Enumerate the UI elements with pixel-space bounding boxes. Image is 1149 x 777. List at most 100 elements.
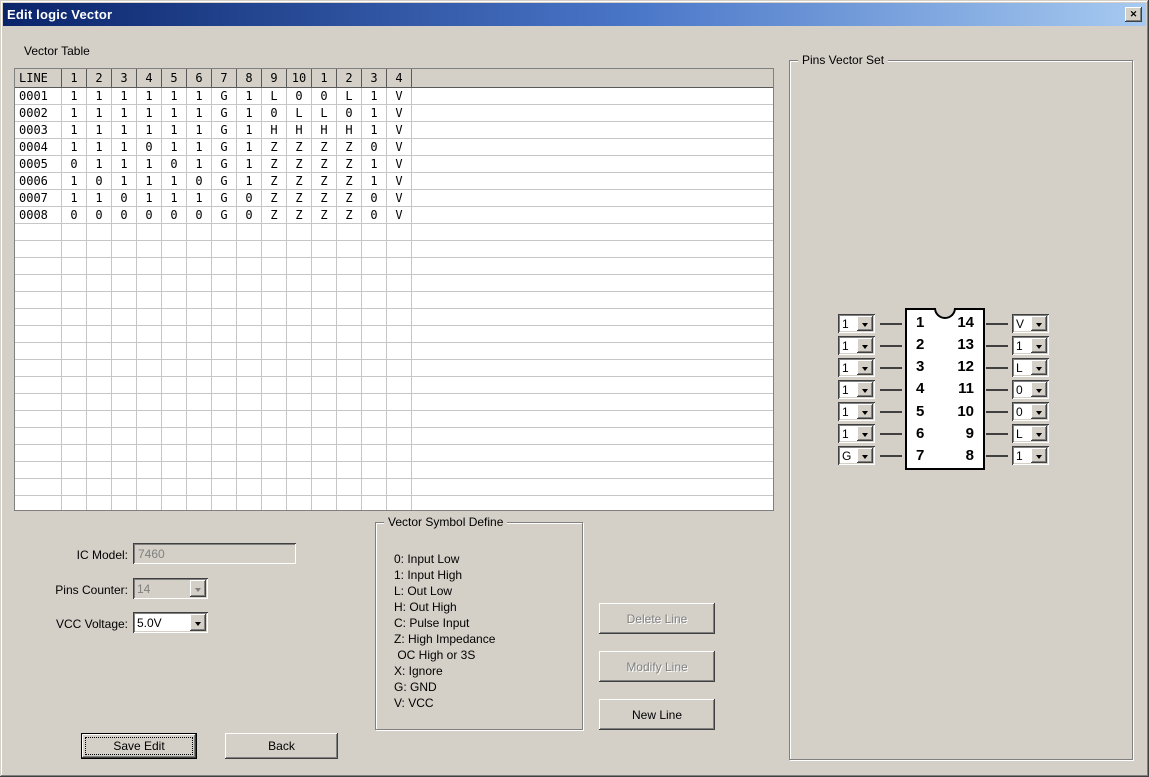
pin-dropdown-button[interactable]	[1031, 404, 1047, 419]
vector-cell: V	[387, 122, 412, 139]
vector-cell: 1	[87, 105, 112, 122]
pin-right-12-select[interactable]: L	[1012, 358, 1049, 377]
table-row	[15, 275, 773, 292]
row-filler	[412, 173, 773, 190]
vector-table[interactable]: LINE123456789101234 0001111111G1L00L1V00…	[14, 68, 774, 511]
line-number-cell	[15, 309, 62, 326]
pin-dropdown-button[interactable]	[1031, 448, 1047, 463]
pin-dropdown-button[interactable]	[857, 426, 873, 441]
pin-dropdown-button[interactable]	[857, 338, 873, 353]
vector-cell	[187, 462, 212, 479]
vector-cell	[362, 258, 387, 275]
back-button[interactable]: Back	[225, 733, 338, 759]
pin-dropdown-button[interactable]	[857, 404, 873, 419]
table-row[interactable]: 0005011101G1ZZZZ1V	[15, 156, 773, 173]
pin-dropdown-button[interactable]	[1031, 316, 1047, 331]
vcc-voltage-dropdown-button[interactable]	[190, 614, 206, 631]
pin-dropdown-button[interactable]	[857, 360, 873, 375]
chevron-down-icon	[862, 345, 868, 349]
row-filler	[412, 411, 773, 428]
vector-cell: 1	[187, 88, 212, 105]
symbol-define-line: H: Out High	[394, 599, 495, 615]
pin-dropdown-button[interactable]	[857, 316, 873, 331]
vector-cell: Z	[312, 139, 337, 156]
delete-line-button[interactable]: Delete Line	[599, 603, 715, 634]
pin-right-11-select[interactable]: 0	[1012, 380, 1049, 399]
close-icon: ✕	[1130, 9, 1138, 20]
pin-dropdown-button[interactable]	[1031, 426, 1047, 441]
pin-left-3-select[interactable]: 1	[838, 358, 875, 377]
table-row[interactable]: 0002111111G10LL01V	[15, 105, 773, 122]
vector-cell	[162, 496, 187, 511]
vector-cell	[237, 377, 262, 394]
pin-left-5-select[interactable]: 1	[838, 402, 875, 421]
row-filler	[412, 394, 773, 411]
ic-model-field[interactable]	[133, 543, 296, 564]
line-number-cell	[15, 258, 62, 275]
line-number-cell	[15, 224, 62, 241]
pin-left-2-select[interactable]: 1	[838, 336, 875, 355]
table-row[interactable]: 0006101110G1ZZZZ1V	[15, 173, 773, 190]
close-button[interactable]: ✕	[1125, 7, 1142, 22]
vector-cell	[337, 275, 362, 292]
pin-right-13-select[interactable]: 1	[1012, 336, 1049, 355]
vector-cell	[387, 428, 412, 445]
pin-right-9-select[interactable]: L	[1012, 424, 1049, 443]
pin-dropdown-button[interactable]	[857, 382, 873, 397]
table-row	[15, 394, 773, 411]
save-edit-button[interactable]: Save Edit	[81, 733, 197, 759]
chevron-down-icon	[195, 622, 201, 626]
pin-lead-line	[880, 345, 902, 347]
vector-cell: 1	[237, 139, 262, 156]
pin-right-14-select[interactable]: V	[1012, 314, 1049, 333]
vector-cell	[87, 309, 112, 326]
vector-cell	[362, 309, 387, 326]
vector-cell	[112, 411, 137, 428]
pin-left-1-select[interactable]: 1	[838, 314, 875, 333]
table-row[interactable]: 0003111111G1HHHH1V	[15, 122, 773, 139]
row-filler	[412, 207, 773, 224]
vector-cell	[187, 360, 212, 377]
window-title: Edit logic Vector	[7, 7, 112, 22]
modify-line-button[interactable]: Modify Line	[599, 651, 715, 682]
vector-cell	[362, 343, 387, 360]
table-row[interactable]: 0001111111G1L00L1V	[15, 88, 773, 105]
pin-left-4-select[interactable]: 1	[838, 380, 875, 399]
vector-cell	[387, 224, 412, 241]
vector-cell	[262, 292, 287, 309]
vector-cell	[287, 479, 312, 496]
vector-cell: 1	[237, 156, 262, 173]
header-cell: 4	[137, 69, 162, 88]
vector-cell	[212, 309, 237, 326]
vector-cell: L	[312, 105, 337, 122]
pin-right-10-select[interactable]: 0	[1012, 402, 1049, 421]
new-line-button[interactable]: New Line	[599, 699, 715, 730]
vector-cell	[312, 258, 337, 275]
row-filler	[412, 224, 773, 241]
row-filler	[412, 462, 773, 479]
table-row[interactable]: 0008000000G0ZZZZ0V	[15, 207, 773, 224]
vector-cell	[237, 496, 262, 511]
vector-cell	[212, 462, 237, 479]
vector-cell	[362, 241, 387, 258]
pin-dropdown-button[interactable]	[1031, 360, 1047, 375]
vector-cell	[162, 326, 187, 343]
vector-cell	[162, 394, 187, 411]
vector-cell: 1	[187, 122, 212, 139]
table-row[interactable]: 0007110111G0ZZZZ0V	[15, 190, 773, 207]
pin-dropdown-button[interactable]	[857, 448, 873, 463]
vcc-voltage-select[interactable]: 5.0V	[133, 612, 208, 633]
pin-dropdown-button[interactable]	[1031, 382, 1047, 397]
chip-pin-number: 14	[957, 314, 974, 331]
pin-right-8-select[interactable]: 1	[1012, 446, 1049, 465]
pin-left-6-select[interactable]: 1	[838, 424, 875, 443]
vector-cell	[237, 360, 262, 377]
line-number-cell	[15, 292, 62, 309]
table-row[interactable]: 0004111011G1ZZZZ0V	[15, 139, 773, 156]
pin-dropdown-button[interactable]	[1031, 338, 1047, 353]
pin-left-7-select[interactable]: G	[838, 446, 875, 465]
pin-lead-line	[986, 367, 1008, 369]
vector-cell: 1	[137, 88, 162, 105]
table-row	[15, 445, 773, 462]
vector-cell: Z	[312, 173, 337, 190]
